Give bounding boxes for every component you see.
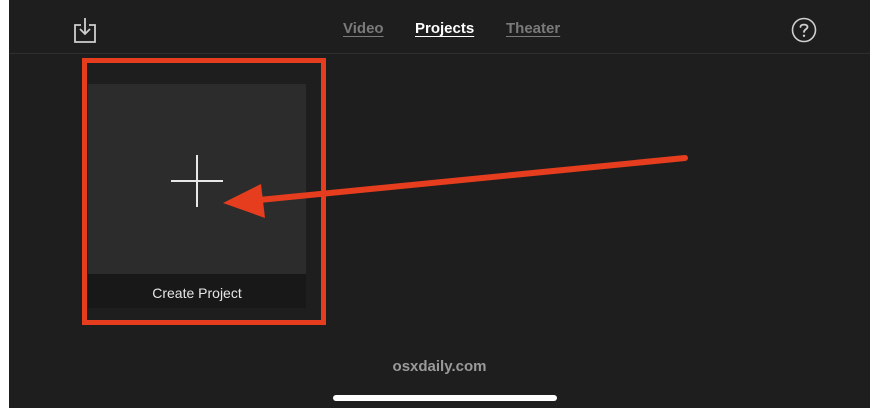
help-icon[interactable] xyxy=(791,17,817,43)
watermark: osxdaily.com xyxy=(392,358,487,375)
home-indicator[interactable] xyxy=(333,395,557,401)
tab-theater[interactable]: Theater xyxy=(506,20,560,37)
top-navigation-bar: Video Projects Theater xyxy=(9,0,870,54)
tab-projects[interactable]: Projects xyxy=(415,20,474,37)
imovie-screen: Video Projects Theater Create Project os… xyxy=(9,0,870,408)
create-project-thumbnail xyxy=(88,84,306,274)
plus-icon xyxy=(171,155,223,207)
create-project-label: Create Project xyxy=(152,285,242,301)
tab-video[interactable]: Video xyxy=(343,20,384,37)
create-project-button[interactable]: Create Project xyxy=(88,84,306,308)
tab-bar: Video Projects Theater xyxy=(9,20,870,42)
